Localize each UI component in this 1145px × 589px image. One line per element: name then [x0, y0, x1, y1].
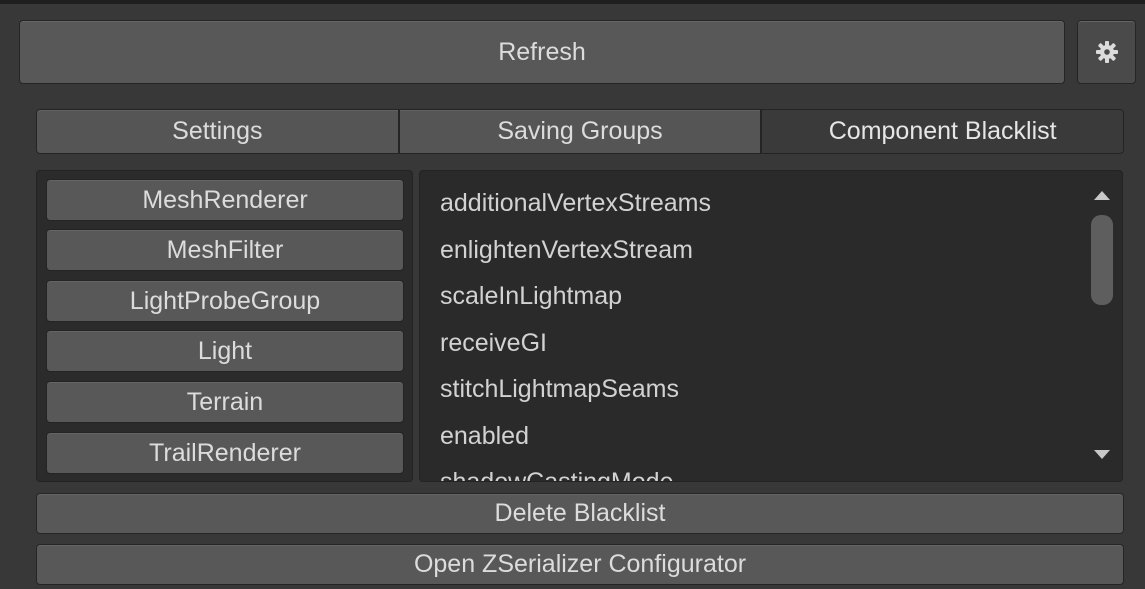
tab-settings[interactable]: Settings — [36, 109, 399, 154]
list-item[interactable]: stitchLightmapSeams — [440, 372, 1080, 419]
tab-component-blacklist[interactable]: Component Blacklist — [761, 109, 1125, 154]
list-item[interactable]: enabled — [440, 419, 1080, 466]
list-item[interactable]: shadowCastingMode — [440, 465, 1080, 481]
field-list-panel: additionalVertexStreams enlightenVertexS… — [419, 170, 1123, 482]
open-configurator-button[interactable]: Open ZSerializer Configurator — [36, 544, 1124, 585]
delete-blacklist-button[interactable]: Delete Blacklist — [36, 493, 1124, 534]
zserializer-panel: Refresh Settings Saving Groups Component… — [0, 0, 1145, 589]
component-button-meshfilter[interactable]: MeshFilter — [46, 229, 404, 271]
component-button-light[interactable]: Light — [46, 330, 404, 372]
settings-button[interactable] — [1077, 20, 1136, 84]
list-item[interactable]: enlightenVertexStream — [440, 233, 1080, 280]
scrollbar-thumb[interactable] — [1091, 215, 1113, 305]
component-button-terrain[interactable]: Terrain — [46, 381, 404, 423]
gear-icon — [1095, 41, 1118, 63]
list-item[interactable]: scaleInLightmap — [440, 279, 1080, 326]
triangle-down-icon[interactable] — [1094, 450, 1110, 459]
component-list: MeshRenderer MeshFilter LightProbeGroup … — [36, 170, 413, 482]
field-list: additionalVertexStreams enlightenVertexS… — [440, 186, 1080, 481]
refresh-button[interactable]: Refresh — [19, 20, 1065, 84]
component-button-trailrenderer[interactable]: TrailRenderer — [46, 432, 404, 474]
tab-bar: Settings Saving Groups Component Blackli… — [36, 109, 1125, 154]
component-button-lightprobegroup[interactable]: LightProbeGroup — [46, 280, 404, 322]
triangle-up-icon[interactable] — [1094, 191, 1110, 200]
list-item[interactable]: additionalVertexStreams — [440, 186, 1080, 233]
tab-saving-groups[interactable]: Saving Groups — [398, 109, 762, 154]
list-item[interactable]: receiveGI — [440, 326, 1080, 373]
vertical-scrollbar[interactable] — [1082, 171, 1122, 481]
component-button-meshrenderer[interactable]: MeshRenderer — [46, 179, 404, 221]
